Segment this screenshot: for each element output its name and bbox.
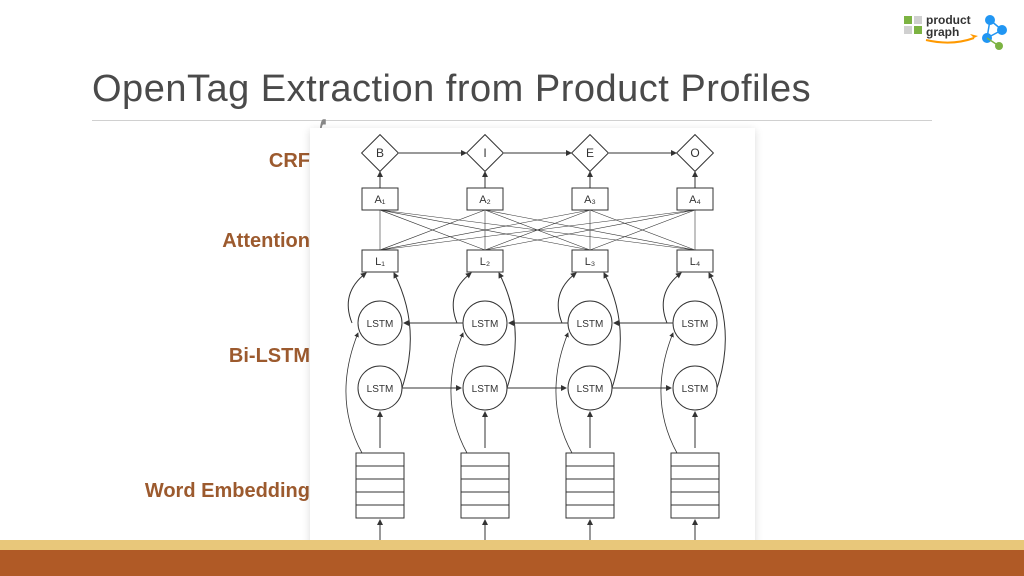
svg-text:B: B bbox=[376, 146, 384, 160]
svg-text:L₁: L₁ bbox=[375, 256, 385, 268]
svg-text:LSTM: LSTM bbox=[577, 319, 604, 330]
architecture-diagram: B I E O A₁ A₂ A₃ A₄ L₁ L₂ L₃ L₄ LSTM LSTM LSTM LSTM LSTM… bbox=[310, 128, 755, 568]
word-embedding-label: Word Embedding bbox=[145, 480, 310, 503]
svg-text:graph: graph bbox=[926, 25, 959, 39]
footer-bar bbox=[0, 550, 1024, 576]
svg-text:LSTM: LSTM bbox=[682, 384, 709, 395]
svg-text:O: O bbox=[690, 146, 699, 160]
svg-text:LSTM: LSTM bbox=[472, 319, 499, 330]
svg-text:LSTM: LSTM bbox=[367, 319, 394, 330]
svg-text:I: I bbox=[483, 146, 486, 160]
bilstm-label: Bi-LSTM bbox=[229, 345, 310, 368]
product-graph-logo: product graph bbox=[902, 8, 1012, 53]
svg-text:A₂: A₂ bbox=[479, 194, 491, 206]
svg-text:L₃: L₃ bbox=[585, 256, 596, 268]
attention-label: Attention bbox=[222, 230, 310, 253]
svg-text:L₄: L₄ bbox=[690, 256, 701, 268]
crf-label: CRF bbox=[269, 150, 310, 173]
title-underline bbox=[92, 120, 932, 121]
page-title: OpenTag Extraction from Product Profiles bbox=[92, 68, 811, 111]
svg-text:A₃: A₃ bbox=[584, 194, 596, 206]
svg-text:LSTM: LSTM bbox=[682, 319, 709, 330]
svg-text:LSTM: LSTM bbox=[367, 384, 394, 395]
svg-text:E: E bbox=[586, 146, 594, 160]
svg-text:A₄: A₄ bbox=[689, 194, 701, 206]
svg-text:LSTM: LSTM bbox=[472, 384, 499, 395]
svg-text:L₂: L₂ bbox=[480, 256, 490, 268]
svg-text:A₁: A₁ bbox=[374, 194, 385, 206]
footer-accent bbox=[0, 540, 1024, 550]
svg-text:LSTM: LSTM bbox=[577, 384, 604, 395]
